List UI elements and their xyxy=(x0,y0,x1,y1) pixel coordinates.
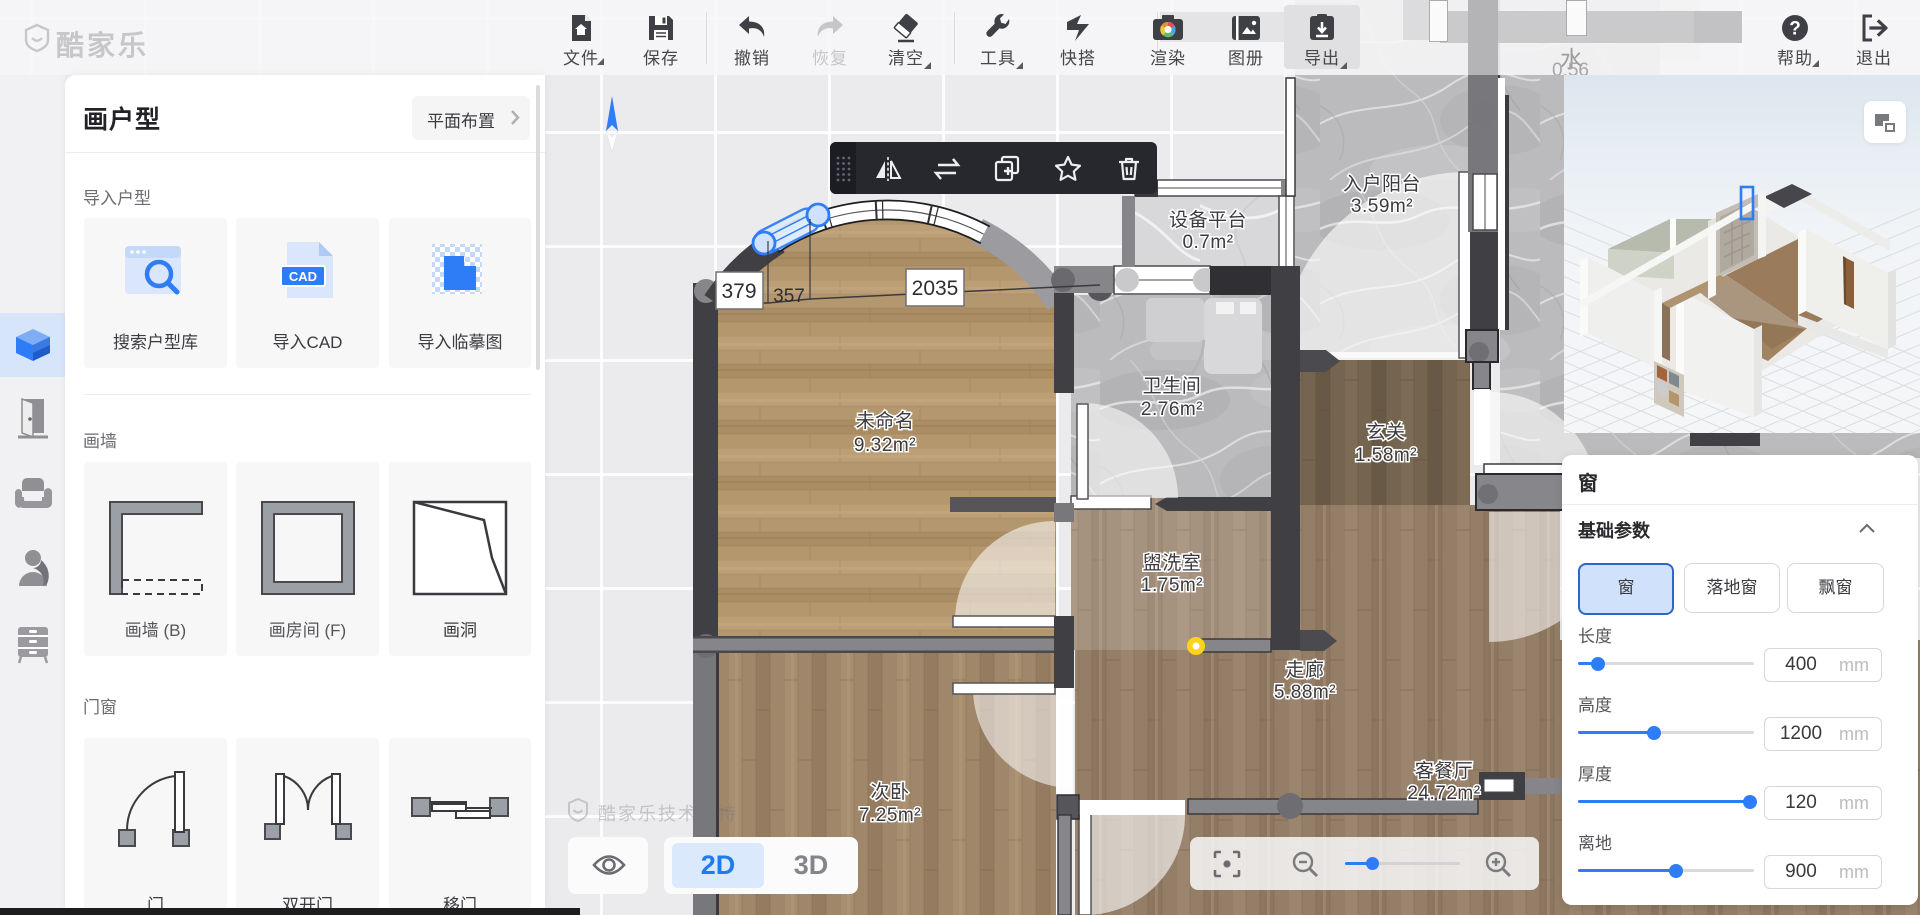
svg-text:设备平台: 设备平台 xyxy=(1169,209,1247,231)
svg-text:0.7m²: 0.7m² xyxy=(1182,232,1233,253)
svg-text:盥洗室: 盥洗室 xyxy=(1143,552,1202,574)
svg-text:2.76m²: 2.76m² xyxy=(1141,399,1203,420)
svg-text:玄关: 玄关 xyxy=(1366,421,1405,443)
svg-text:5.88m²: 5.88m² xyxy=(1274,682,1336,703)
svg-text:?: ? xyxy=(1789,19,1801,40)
svg-text:379: 379 xyxy=(721,280,756,303)
svg-text:3.59m²: 3.59m² xyxy=(1351,196,1413,217)
svg-text:1.75m²: 1.75m² xyxy=(1141,575,1203,596)
svg-text:CAD: CAD xyxy=(289,269,317,284)
svg-text:1.58m²: 1.58m² xyxy=(1355,445,1417,466)
svg-text:卫生间: 卫生间 xyxy=(1143,375,1202,397)
svg-text:357: 357 xyxy=(773,286,805,307)
svg-text:2035: 2035 xyxy=(912,277,959,300)
svg-text:客餐厅: 客餐厅 xyxy=(1415,760,1474,782)
svg-text:走廊: 走廊 xyxy=(1285,659,1324,681)
svg-text:24.72m²: 24.72m² xyxy=(1407,783,1480,804)
svg-text:9.32m²: 9.32m² xyxy=(854,435,916,456)
svg-text:未命名: 未命名 xyxy=(856,410,915,432)
svg-text:入户阳台: 入户阳台 xyxy=(1343,173,1421,195)
